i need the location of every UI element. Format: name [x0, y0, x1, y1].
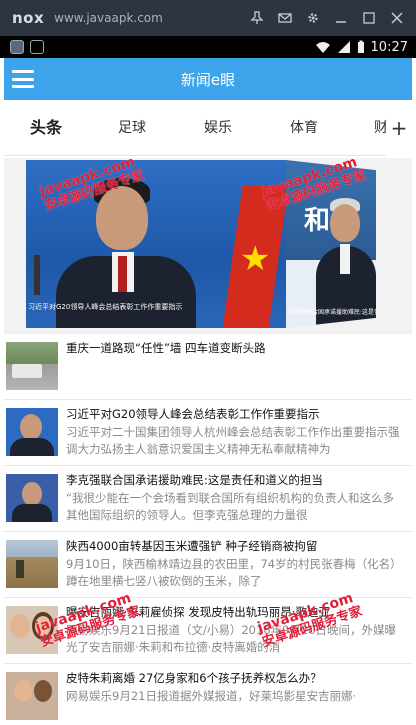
maximize-icon[interactable] — [356, 5, 382, 31]
status-bar: 10:27 — [0, 36, 416, 58]
pin-icon[interactable] — [244, 5, 270, 31]
sd-card-icon — [30, 40, 44, 54]
minimize-icon[interactable] — [328, 5, 354, 31]
tab-entertainment[interactable]: 娱乐 — [204, 100, 232, 156]
settings-gear-icon[interactable] — [300, 5, 326, 31]
menu-icon[interactable] — [12, 67, 34, 91]
news-item[interactable]: 李克强联合国承诺援助难民:这是责任和道义的担当 “我很少能在一个会场看到联合国所… — [4, 466, 412, 532]
news-item[interactable]: 重庆一道路现“任性”墙 四车道变断头路 — [4, 334, 412, 400]
tab-headlines[interactable]: 头条 — [30, 100, 62, 156]
news-thumbnail — [6, 474, 58, 522]
add-channel-icon[interactable]: + — [386, 100, 412, 156]
news-title: 李克强联合国承诺援助难民:这是责任和道义的担当 — [66, 473, 323, 487]
news-item[interactable]: 习近平对G20领导人峰会总结表彰工作作重要指示 习近平对二十国集团领导人杭州峰会… — [4, 400, 412, 466]
status-right: 10:27 — [315, 36, 408, 58]
tab-sports[interactable]: 体育 — [290, 100, 318, 156]
tab-football[interactable]: 足球 — [118, 100, 146, 156]
news-summary: 网易娱乐9月21日报道据外媒报道，好莱坞影星安吉丽娜· — [66, 689, 357, 703]
news-title: 重庆一道路现“任性”墙 四车道变断头路 — [66, 341, 266, 355]
news-title: 陕西4000亩转基因玉米遭强铲 种子经销商被拘留 — [66, 539, 318, 553]
news-summary: 9月10日，陕西榆林靖边县的农田里，74岁的村民张春梅（化名）蹲在地里横七竖八被… — [66, 557, 402, 588]
emulator-controls — [244, 0, 410, 36]
news-item[interactable]: 陕西4000亩转基因玉米遭强铲 种子经销商被拘留 9月10日，陕西榆林靖边县的农… — [4, 532, 412, 598]
news-thumbnail — [6, 540, 58, 588]
emulator-toolbar: nox www.javaapk.com — [0, 0, 416, 36]
mail-icon[interactable] — [272, 5, 298, 31]
wifi-icon — [315, 42, 330, 53]
flag-star: ★ — [240, 239, 271, 279]
app-notification-icon — [10, 40, 24, 54]
news-thumbnail — [6, 672, 58, 720]
emulator-logo: nox — [12, 9, 45, 27]
channel-tabs: 头条 足球 娱乐 体育 财 + — [4, 100, 412, 156]
banner-side-caption: 李克强联合国承诺援助难民:这是责任和道义的担当 — [288, 309, 376, 316]
close-icon[interactable] — [384, 5, 410, 31]
signal-icon — [337, 41, 350, 53]
news-item[interactable]: 皮特朱莉离婚 27亿身家和6个孩子抚养权怎么办？ 网易娱乐9月21日报道据外媒报… — [4, 664, 412, 725]
microphone — [34, 255, 40, 295]
battery-icon — [357, 40, 364, 53]
news-thumbnail — [6, 342, 58, 390]
news-title: 皮特朱莉离婚 27亿身家和6个孩子抚养权怎么办？ — [66, 671, 322, 685]
status-time: 10:27 — [370, 39, 408, 55]
app-header: 新闻e眼 — [4, 58, 412, 100]
emulator-url: www.javaapk.com — [54, 11, 163, 25]
news-summary — [66, 358, 404, 394]
news-summary: 习近平对二十国集团领导人杭州峰会总结表彰工作作出重要指示强调大力弘扬主人翁意识爱… — [66, 425, 400, 456]
notification-icons — [10, 40, 44, 54]
page-title: 新闻e眼 — [180, 70, 236, 89]
banner-caption: 习近平对G20领导人峰会总结表彰工作作重要指示 — [28, 303, 183, 311]
news-title: 习近平对G20领导人峰会总结表彰工作作重要指示 — [66, 407, 320, 421]
news-summary: “我很少能在一个会场看到联合国所有组织机构的负责人和这么多其他国际组织的领导人。… — [66, 491, 394, 522]
news-thumbnail — [6, 408, 58, 456]
